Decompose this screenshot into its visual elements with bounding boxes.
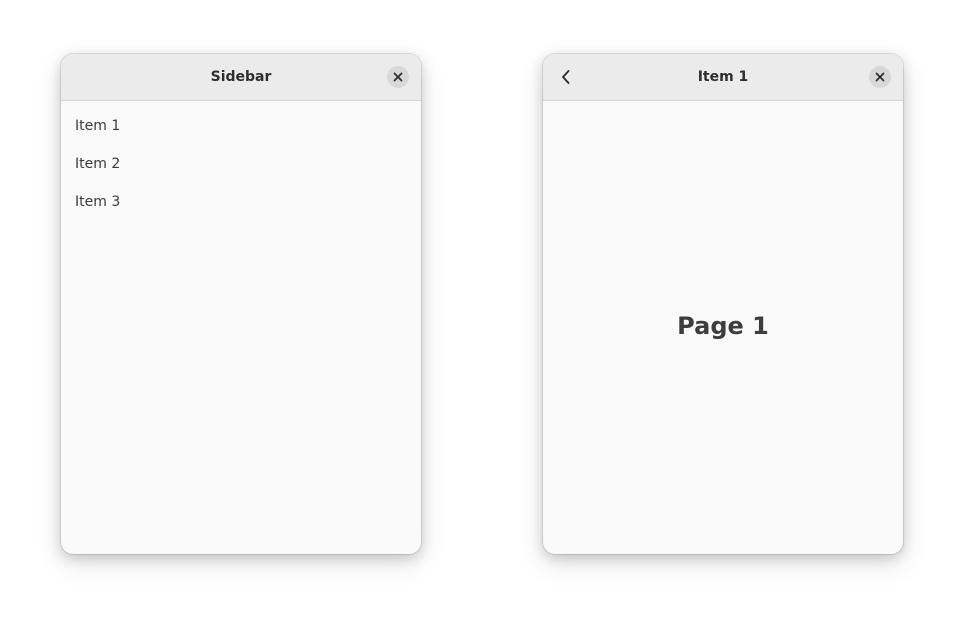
close-icon bbox=[875, 72, 885, 82]
content-headerbar: Item 1 bbox=[543, 54, 903, 101]
desktop: Sidebar Item 1 Item 2 Item 3 Item 1 Page… bbox=[0, 0, 964, 622]
sidebar-item-1[interactable]: Item 1 bbox=[61, 111, 421, 149]
close-icon bbox=[393, 72, 403, 82]
sidebar-item-2[interactable]: Item 2 bbox=[61, 149, 421, 187]
sidebar-headerbar: Sidebar bbox=[61, 54, 421, 101]
sidebar-item-3[interactable]: Item 3 bbox=[61, 187, 421, 225]
content-close-button[interactable] bbox=[869, 66, 891, 88]
content-window-title: Item 1 bbox=[697, 69, 749, 85]
page-content: Page 1 bbox=[543, 102, 903, 554]
sidebar-window: Sidebar Item 1 Item 2 Item 3 bbox=[61, 54, 421, 554]
page-title: Page 1 bbox=[677, 312, 769, 340]
sidebar-list: Item 1 Item 2 Item 3 bbox=[61, 101, 421, 225]
content-window: Item 1 Page 1 bbox=[543, 54, 903, 554]
sidebar-close-button[interactable] bbox=[387, 66, 409, 88]
sidebar-window-title: Sidebar bbox=[210, 69, 272, 85]
